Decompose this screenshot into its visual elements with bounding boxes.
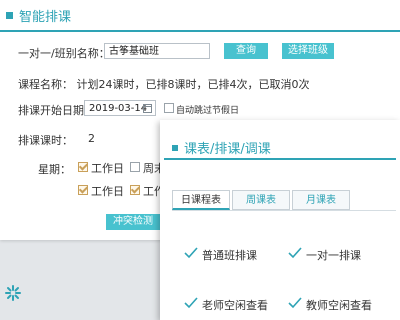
overlay-title: 课表/排课/调课: [172, 138, 271, 157]
loading-spinner-icon: [5, 285, 21, 301]
panel-title: 智能排课: [6, 6, 71, 25]
hours-label: 排课课时：: [18, 134, 73, 147]
weekend-checkbox[interactable]: [130, 162, 140, 172]
search-button[interactable]: 查询: [224, 43, 268, 59]
tab-week-schedule[interactable]: 周课表: [232, 190, 290, 210]
panel-title-text: 智能排课: [19, 10, 72, 25]
calendar-icon[interactable]: [143, 104, 152, 113]
hours-value: 2: [88, 132, 95, 145]
weekday-checkbox-1[interactable]: [78, 162, 88, 172]
overlay-title-divider: [164, 158, 396, 160]
option-instructor-free-view[interactable]: 教师空闲查看: [306, 297, 372, 313]
tab-day-schedule[interactable]: 日课程表: [172, 190, 230, 210]
weekday-checkbox-3[interactable]: [78, 185, 88, 195]
conflict-check-button[interactable]: 冲突检测: [106, 214, 160, 230]
class-name-input[interactable]: 古筝基础班: [104, 43, 210, 59]
course-summary: 课程名称： 计划24课时，已排8课时，已排4次，已取消0次: [18, 78, 310, 91]
weekday-checkbox-4[interactable]: [130, 185, 140, 195]
skip-holiday-label: 自动跳过节假日: [176, 106, 240, 116]
overlay-title-square-icon: [172, 144, 178, 151]
check-icon[interactable]: [184, 296, 198, 310]
select-class-button[interactable]: 选择班级: [282, 43, 334, 59]
start-date-input[interactable]: 2019-03-14: [84, 100, 156, 116]
title-divider: [0, 30, 400, 32]
check-icon[interactable]: [184, 246, 198, 260]
option-teacher-free-view[interactable]: 老师空闲查看: [202, 297, 268, 313]
check-icon[interactable]: [288, 296, 302, 310]
overlay-title-text: 课表/排课/调课: [184, 142, 271, 157]
start-date-label: 排课开始日期: [18, 104, 84, 117]
title-square-icon: [6, 12, 13, 19]
tabs-underline: [172, 210, 396, 211]
weekday-option-label-1: 工作日: [91, 162, 124, 175]
check-icon[interactable]: [288, 246, 302, 260]
timetable-overlay-panel: 课表/排课/调课 日课程表 周课表 月课表 普通班排课 一对一排课 老师空闲查看…: [160, 120, 400, 320]
tab-month-schedule[interactable]: 月课表: [292, 190, 350, 210]
weekday-label: 星期：: [38, 163, 71, 176]
weekday-option-label-3: 工作日: [91, 185, 124, 198]
start-date-value: 2019-03-14: [89, 103, 148, 114]
class-name-label: 一对一/班别名称：: [18, 47, 110, 60]
option-normal-class-scheduling[interactable]: 普通班排课: [202, 247, 257, 263]
option-one-on-one-scheduling[interactable]: 一对一排课: [306, 247, 361, 263]
skip-holiday-checkbox[interactable]: [164, 103, 174, 113]
